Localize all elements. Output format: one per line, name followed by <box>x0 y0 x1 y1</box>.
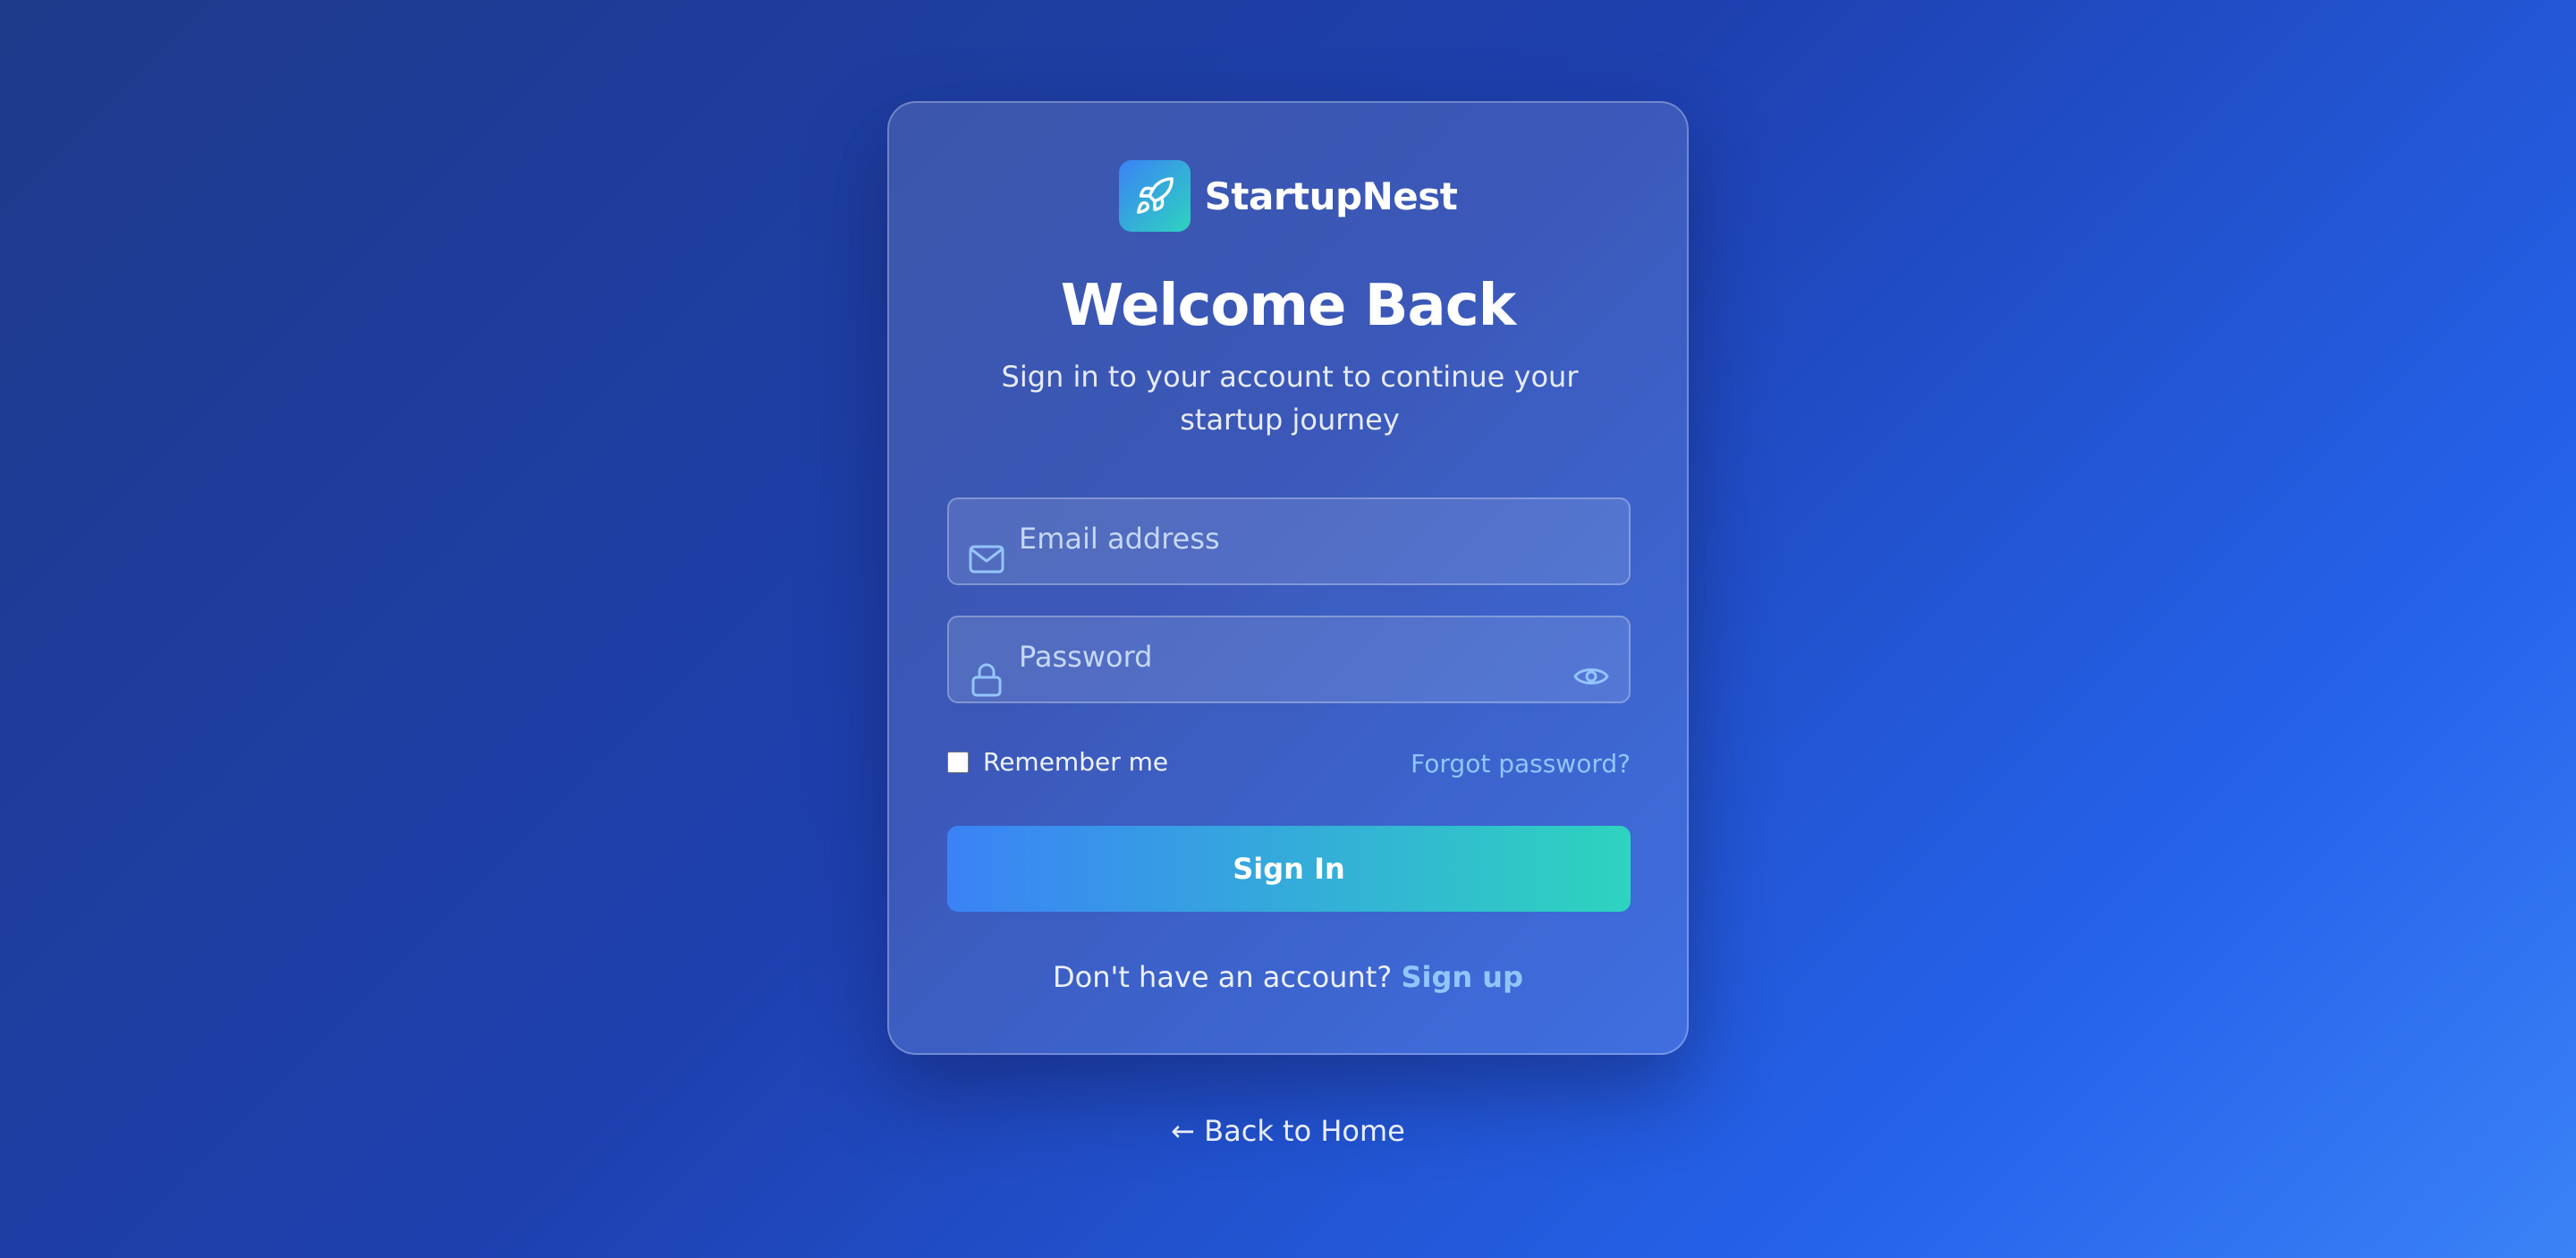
remember-checkbox[interactable] <box>947 751 969 773</box>
sign-up-link[interactable]: Sign up <box>1401 960 1523 994</box>
signup-prompt: Don't have an account? Sign up <box>889 960 1687 994</box>
email-input[interactable] <box>1019 517 1520 560</box>
signup-prompt-text: Don't have an account? <box>1053 960 1402 994</box>
password-input[interactable] <box>1019 635 1520 678</box>
remember-me[interactable]: Remember me <box>947 747 1168 777</box>
email-field[interactable] <box>947 497 1631 585</box>
login-card: StartupNest Welcome Back Sign in to your… <box>887 101 1689 1055</box>
forgot-password-link[interactable]: Forgot password? <box>1411 749 1631 778</box>
back-to-home-link[interactable]: ← Back to Home <box>0 1114 2576 1148</box>
sign-in-button[interactable]: Sign In <box>947 826 1631 912</box>
rocket-icon <box>1136 177 1174 214</box>
remember-label: Remember me <box>983 747 1169 777</box>
logo <box>1118 160 1191 232</box>
page-title: Welcome Back <box>1060 273 1516 339</box>
page-subtitle: Sign in to your account to continue your… <box>1001 360 1579 437</box>
password-field[interactable] <box>947 616 1631 703</box>
brand: StartupNest <box>889 160 1687 232</box>
form-options: Remember me Forgot password? <box>947 747 1631 783</box>
mail-icon <box>969 545 1004 574</box>
lock-icon <box>971 663 1002 697</box>
eye-icon[interactable] <box>1573 664 1609 689</box>
brand-name: StartupNest <box>1204 174 1458 218</box>
